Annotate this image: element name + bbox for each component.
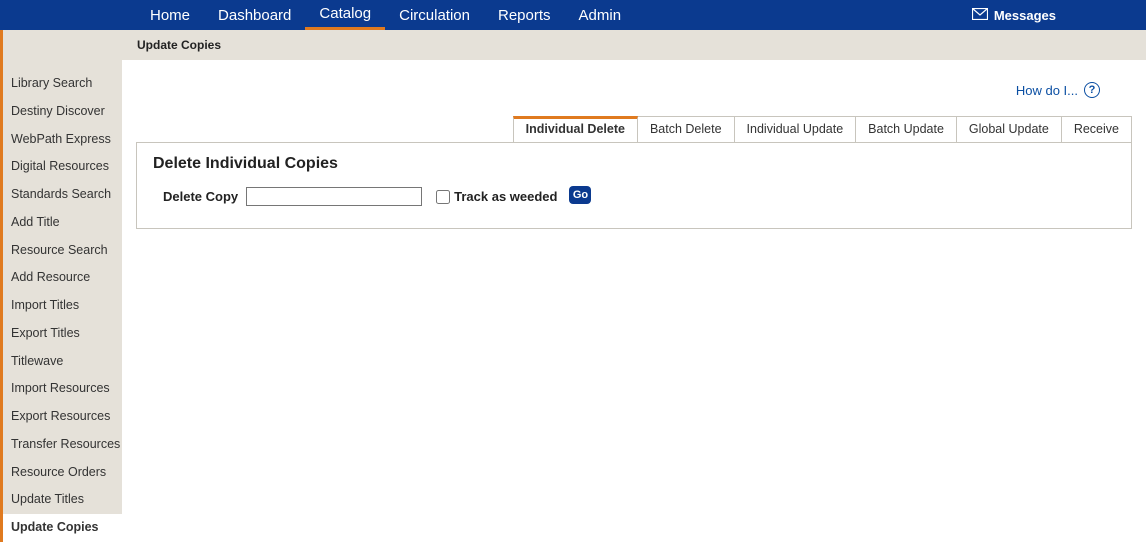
help-icon: ?	[1084, 82, 1100, 98]
sidebar-item-standards-search[interactable]: Standards Search	[3, 181, 122, 209]
main-content: How do I... ? Individual Delete Batch De…	[122, 60, 1146, 229]
delete-copy-label: Delete Copy	[163, 189, 238, 204]
help-link-label: How do I...	[1016, 83, 1078, 98]
tab-receive[interactable]: Receive	[1062, 116, 1132, 142]
body: Library Search Destiny Discover WebPath …	[0, 60, 1146, 541]
track-as-weeded-checkbox[interactable]	[436, 190, 450, 204]
messages-label: Messages	[994, 8, 1056, 23]
top-nav: Home Dashboard Catalog Circulation Repor…	[0, 0, 1146, 30]
mail-icon	[972, 8, 988, 23]
go-button[interactable]: Go	[569, 186, 591, 204]
sidebar: Library Search Destiny Discover WebPath …	[3, 60, 122, 541]
sidebar-item-import-titles[interactable]: Import Titles	[3, 292, 122, 320]
messages-link[interactable]: Messages	[972, 8, 1056, 23]
sidebar-item-export-resources[interactable]: Export Resources	[3, 403, 122, 431]
sidebar-item-update-copies[interactable]: Update Copies	[0, 514, 122, 542]
tab-batch-delete[interactable]: Batch Delete	[638, 116, 735, 142]
help-link[interactable]: How do I... ?	[1016, 82, 1100, 98]
page-header: Update Copies	[0, 30, 1146, 60]
sidebar-item-titlewave[interactable]: Titlewave	[3, 348, 122, 376]
track-as-weeded-label: Track as weeded	[454, 189, 557, 204]
sidebar-item-webpath-express[interactable]: WebPath Express	[3, 126, 122, 154]
tab-global-update[interactable]: Global Update	[957, 116, 1062, 142]
sidebar-item-library-search[interactable]: Library Search	[3, 70, 122, 98]
sidebar-item-digital-resources[interactable]: Digital Resources	[3, 153, 122, 181]
nav-reports[interactable]: Reports	[484, 0, 565, 30]
sidebar-item-resource-search[interactable]: Resource Search	[3, 237, 122, 265]
nav-admin[interactable]: Admin	[565, 0, 636, 30]
nav-home[interactable]: Home	[136, 0, 204, 30]
sidebar-item-import-resources[interactable]: Import Resources	[3, 375, 122, 403]
delete-copy-row: Delete Copy Track as weeded Go	[153, 187, 1115, 206]
sub-tabs: Individual Delete Batch Delete Individua…	[136, 116, 1132, 142]
tab-individual-delete[interactable]: Individual Delete	[513, 116, 638, 142]
tab-batch-update[interactable]: Batch Update	[856, 116, 957, 142]
tab-individual-update[interactable]: Individual Update	[735, 116, 857, 142]
nav-dashboard[interactable]: Dashboard	[204, 0, 305, 30]
sidebar-item-export-titles[interactable]: Export Titles	[3, 320, 122, 348]
sidebar-item-destiny-discover[interactable]: Destiny Discover	[3, 98, 122, 126]
nav-circulation[interactable]: Circulation	[385, 0, 484, 30]
panel-delete-individual-copies: Delete Individual Copies Delete Copy Tra…	[136, 142, 1132, 229]
nav-catalog[interactable]: Catalog	[305, 0, 385, 30]
sidebar-item-resource-orders[interactable]: Resource Orders	[3, 459, 122, 487]
sidebar-item-add-title[interactable]: Add Title	[3, 209, 122, 237]
delete-copy-input[interactable]	[246, 187, 422, 206]
sidebar-item-update-titles[interactable]: Update Titles	[3, 486, 122, 514]
sidebar-item-add-resource[interactable]: Add Resource	[3, 264, 122, 292]
sidebar-item-transfer-resources[interactable]: Transfer Resources	[3, 431, 122, 459]
panel-title: Delete Individual Copies	[153, 155, 1115, 173]
